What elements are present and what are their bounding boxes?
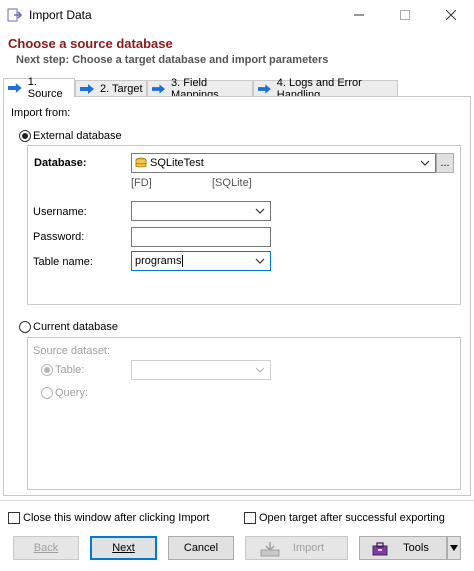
source-dataset-label: Source dataset: [33, 345, 111, 357]
back-button-label: Back [33, 542, 59, 554]
tab-logs-error-handling[interactable]: 4. Logs and Error Handling [253, 77, 398, 101]
chevron-down-icon [420, 160, 430, 166]
maximize-icon [400, 10, 410, 20]
table-name-value: programs [135, 255, 182, 267]
page-title: Choose a source database [8, 36, 173, 51]
table-radio[interactable] [41, 364, 53, 376]
maximize-button[interactable] [382, 0, 428, 30]
arrow-right-icon [258, 83, 271, 94]
cancel-button[interactable]: Cancel [168, 536, 234, 560]
arrow-right-icon [8, 83, 22, 93]
next-button-label: Next [112, 542, 135, 554]
close-after-import-label[interactable]: Close this window after clicking Import [23, 512, 209, 524]
query-radio-label: Query: [55, 387, 89, 399]
arrow-right-icon [152, 83, 166, 94]
current-database-label[interactable]: Current database [33, 321, 118, 333]
tools-button-label: Tools [403, 542, 429, 554]
arrow-right-icon [80, 83, 94, 94]
tab-target[interactable]: 2. Target [75, 80, 147, 96]
external-database-radio[interactable] [19, 130, 31, 142]
chevron-down-icon [255, 367, 265, 373]
footer-separator [0, 500, 474, 501]
open-target-checkbox[interactable] [244, 512, 256, 524]
chevron-down-icon [255, 258, 265, 264]
database-label: Database: [34, 157, 87, 169]
tab-label: 1. Source [27, 76, 63, 100]
import-icon [260, 542, 280, 557]
cancel-button-label: Cancel [183, 542, 219, 554]
import-button-label: Import [292, 542, 325, 554]
page-subtitle: Next step: Choose a target database and … [16, 54, 329, 66]
import-button[interactable]: Import [245, 536, 348, 560]
minimize-button[interactable] [336, 0, 382, 30]
toolbox-icon [372, 542, 388, 556]
table-radio-label: Table: [55, 364, 85, 376]
text-caret [182, 255, 184, 267]
database-select[interactable]: SQLiteTest [131, 153, 436, 173]
minimize-icon [354, 14, 364, 16]
window-title: Import Data [29, 8, 92, 22]
username-select[interactable] [131, 201, 271, 221]
import-data-app-icon [7, 8, 23, 22]
open-target-label[interactable]: Open target after successful exporting [259, 512, 445, 524]
close-window-button[interactable] [428, 0, 474, 30]
external-database-label[interactable]: External database [33, 130, 122, 142]
password-label: Password: [33, 231, 85, 243]
tools-button[interactable]: Tools [359, 536, 447, 560]
username-label: Username: [33, 206, 87, 218]
caret-down-icon [450, 545, 458, 551]
current-database-radio[interactable] [19, 321, 31, 333]
driver-hint: [FD] [131, 177, 152, 189]
import-from-label: Import from: [11, 107, 71, 119]
next-button[interactable]: Next [90, 536, 157, 560]
tab-label: 2. Target [100, 82, 143, 95]
browse-database-button[interactable]: ... [436, 153, 454, 173]
close-icon [446, 10, 456, 20]
source-table-select[interactable] [131, 360, 271, 380]
database-value: SQLiteTest [150, 157, 204, 169]
back-button[interactable]: Back [13, 536, 79, 560]
database-type-hint: [SQLite] [212, 177, 252, 189]
table-name-label: Table name: [33, 256, 93, 268]
table-name-select[interactable]: programs [131, 251, 271, 271]
tab-field-mappings[interactable]: 3. Field Mappings [147, 77, 253, 101]
close-after-import-checkbox[interactable] [8, 512, 20, 524]
password-input[interactable] [131, 227, 271, 247]
tools-dropdown-button[interactable] [447, 536, 461, 560]
chevron-down-icon [255, 208, 265, 214]
database-icon [135, 157, 147, 168]
tab-source[interactable]: 1. Source [3, 76, 75, 100]
query-radio[interactable] [41, 387, 53, 399]
